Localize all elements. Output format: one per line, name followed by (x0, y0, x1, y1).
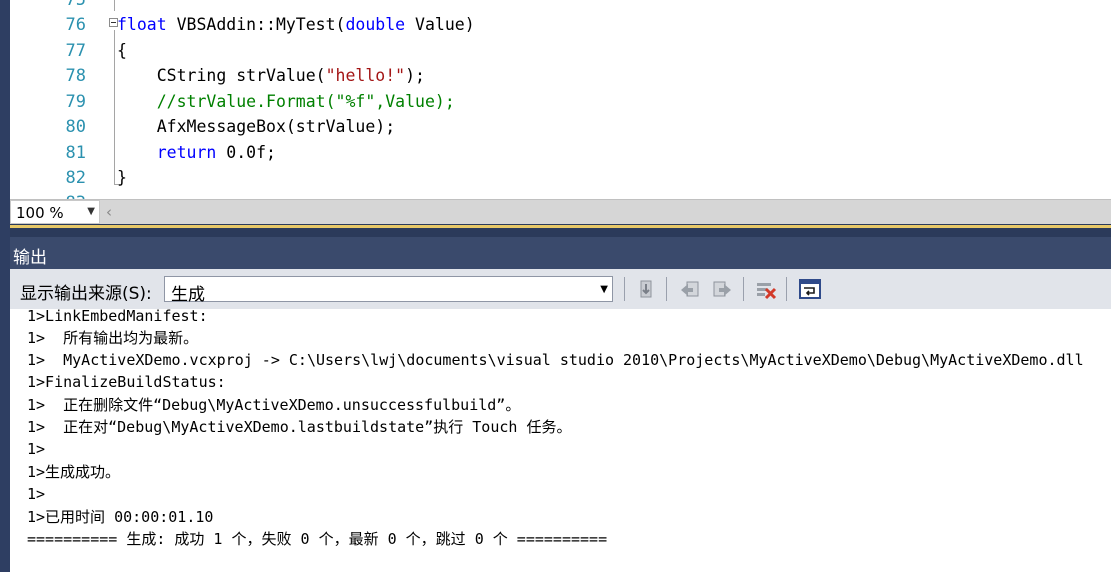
line-number: 82 (65, 168, 86, 188)
line-number: 78 (65, 66, 86, 86)
toolbar-separator (624, 277, 625, 301)
output-source-label: 显示输出来源(S): (20, 284, 152, 304)
code-text: AfxMessageBox(strValue); (117, 117, 396, 136)
code-line: 76 float VBSAddin::MyTest(double Value) (10, 12, 1111, 38)
output-source-value: 生成 (171, 285, 205, 305)
code-line: 78 CString strValue("hello!"); (10, 63, 1111, 89)
next-message-icon[interactable] (710, 277, 734, 301)
code-line: 77 { (10, 38, 1111, 64)
clear-all-icon[interactable] (754, 277, 778, 301)
line-number: 77 (65, 41, 86, 61)
line-number: 76 (65, 15, 86, 35)
output-summary-line: ========== 生成: 成功 1 个，失败 0 个，最新 0 个，跳过 0… (27, 530, 608, 548)
zoom-dropdown[interactable]: 100 % ▼ (10, 200, 100, 224)
line-number: 80 (65, 117, 86, 137)
toggle-word-wrap-icon[interactable] (798, 277, 822, 301)
code-line: 80 AfxMessageBox(strValue); (10, 114, 1111, 140)
output-line: 1> 所有输出均为最新。 (27, 329, 199, 347)
output-toolbar: 显示输出来源(S): 生成 ▼ (10, 269, 1111, 310)
line-number: 83 (10, 190, 86, 199)
dropdown-arrow-icon[interactable]: ▼ (87, 206, 95, 217)
code-line: 82 } (10, 165, 1111, 191)
code-text: { (117, 41, 127, 60)
toolbar-separator (786, 277, 787, 301)
code-text: } (117, 168, 127, 187)
output-line: 1> MyActiveXDemo.vcxproj -> C:\Users\lwj… (27, 351, 1084, 369)
code-line: 81 return 0.0f; (10, 140, 1111, 166)
zoom-level: 100 % (16, 204, 64, 222)
dropdown-arrow-icon[interactable]: ▼ (600, 284, 608, 295)
code-text: float VBSAddin::MyTest(double Value) (117, 15, 475, 34)
output-line: 1> (27, 440, 46, 458)
code-comment: //strValue.Format("%f",Value); (117, 92, 455, 111)
toolbar-separator (666, 277, 667, 301)
output-line: 1> 正在删除文件“Debug\MyActiveXDemo.unsuccessf… (27, 396, 521, 414)
output-window-title-bar[interactable]: 输出 (10, 237, 1111, 269)
code-text: CString strValue("hello!"); (117, 66, 425, 85)
output-source-select[interactable]: 生成 ▼ (164, 276, 613, 305)
code-editor[interactable]: 75 76 float VBSAddin::MyTest(double Valu… (10, 0, 1111, 199)
output-line: 1>LinkEmbedManifest: (27, 309, 208, 325)
editor-status-bar: 100 % ▼ ‹ (10, 199, 1111, 225)
output-line: 1>FinalizeBuildStatus: (27, 373, 226, 391)
window-frame-left (0, 0, 10, 572)
output-text-pane[interactable]: 1>LinkEmbedManifest: 1> 所有输出均为最新。 1> MyA… (10, 309, 1111, 572)
line-number: 79 (65, 92, 86, 112)
code-text: return 0.0f; (156, 143, 276, 162)
output-line: 1>已用时间 00:00:01.10 (27, 508, 214, 526)
go-to-build-message-icon[interactable] (634, 277, 658, 301)
accent-band (10, 225, 1111, 228)
toolbar-separator (743, 277, 744, 301)
line-number: 81 (65, 143, 86, 163)
code-line-partial: 83 (10, 190, 1111, 199)
output-line: 1> (27, 485, 46, 503)
previous-message-icon[interactable] (678, 277, 702, 301)
scroll-left-icon[interactable]: ‹ (106, 203, 112, 221)
code-line: 79 //strValue.Format("%f",Value); (10, 89, 1111, 115)
output-window-title: 输出 (13, 248, 47, 268)
output-line: 1>生成成功。 (27, 463, 121, 481)
output-line: 1> 正在对“Debug\MyActiveXDemo.lastbuildstat… (27, 418, 572, 436)
